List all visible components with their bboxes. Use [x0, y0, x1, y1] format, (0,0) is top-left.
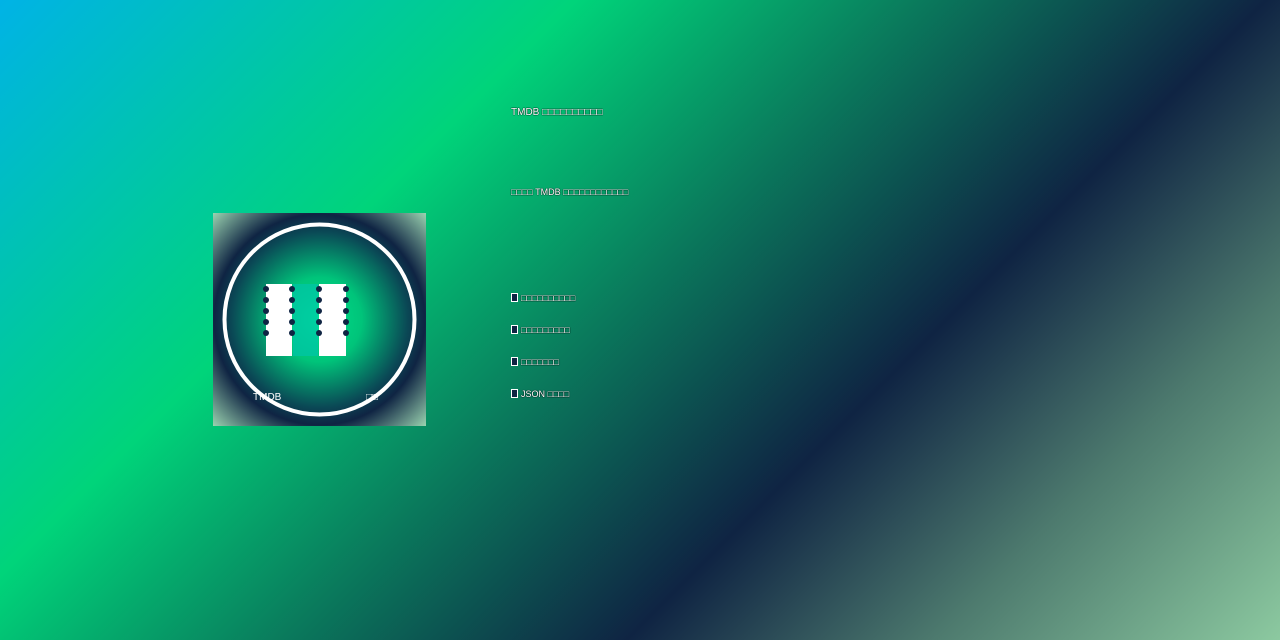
- feature-item: □□□□□□□□□: [511, 324, 575, 356]
- feature-text: □□□□□□□□□□: [521, 293, 576, 303]
- film-strip-right: [319, 284, 346, 356]
- page-title: TMDB □□□□□□□□□□: [511, 107, 603, 118]
- checkbox-icon: [511, 357, 518, 366]
- feature-text: □□□□□□□□□: [521, 325, 570, 335]
- film-logo-icon: [222, 222, 417, 417]
- feature-text: JSON □□□□: [521, 389, 570, 399]
- logo-label-tmdb: TMDB: [253, 392, 282, 403]
- film-strip-left: [266, 284, 292, 356]
- checkbox-icon: [511, 325, 518, 334]
- film-gap: [293, 284, 318, 356]
- feature-item: □□□□□□□□□□: [511, 292, 575, 324]
- page-subtitle: □□□□ TMDB □□□□□□□□□□□□: [511, 187, 629, 197]
- checkbox-icon: [511, 389, 518, 398]
- feature-text: □□□□□□□: [521, 357, 560, 367]
- feature-list: □□□□□□□□□□ □□□□□□□□□ □□□□□□□ JSON □□□□: [511, 292, 575, 420]
- app-logo: TMDB □□: [213, 213, 426, 426]
- feature-item: □□□□□□□: [511, 356, 575, 388]
- checkbox-icon: [511, 293, 518, 302]
- logo-label-secondary: □□: [366, 392, 379, 403]
- feature-item: JSON □□□□: [511, 388, 575, 420]
- content-column: TMDB □□□□□□□□□□ □□□□ TMDB □□□□□□□□□□□□ □…: [511, 0, 1111, 640]
